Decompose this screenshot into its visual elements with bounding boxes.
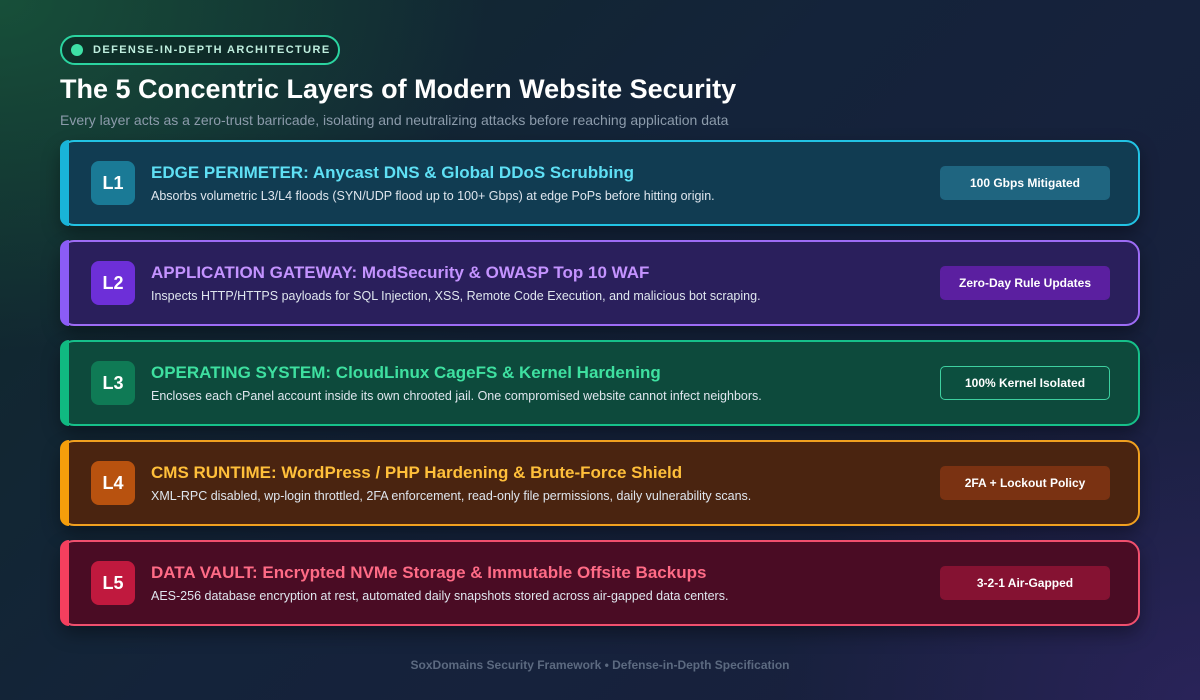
layer-card-l5: L5 DATA VAULT: Encrypted NVMe Storage & … [60, 540, 1140, 626]
section-badge-label: DEFENSE-IN-DEPTH ARCHITECTURE [93, 44, 331, 56]
security-layers-list: L1 EDGE PERIMETER: Anycast DNS & Global … [60, 140, 1140, 640]
layer-heading: DATA VAULT: Encrypted NVMe Storage & Imm… [151, 563, 707, 582]
layer-description: Absorbs volumetric L3/L4 floods (SYN/UDP… [151, 189, 715, 203]
layer-tag: L5 [91, 561, 135, 605]
layer-status-badge: 3-2-1 Air-Gapped [940, 566, 1110, 600]
page-title: The 5 Concentric Layers of Modern Websit… [60, 74, 737, 104]
layer-accent-bar [60, 340, 69, 426]
layer-accent-bar [60, 540, 69, 626]
layer-heading: EDGE PERIMETER: Anycast DNS & Global DDo… [151, 163, 634, 182]
layer-tag: L3 [91, 361, 135, 405]
section-badge: DEFENSE-IN-DEPTH ARCHITECTURE [60, 35, 340, 65]
layer-card-l1: L1 EDGE PERIMETER: Anycast DNS & Global … [60, 140, 1140, 226]
layer-description: AES-256 database encryption at rest, aut… [151, 589, 729, 603]
layer-accent-bar [60, 140, 69, 226]
layer-tag: L2 [91, 261, 135, 305]
status-dot-icon [71, 44, 83, 56]
footer-text: SoxDomains Security Framework • Defense-… [410, 658, 790, 672]
layer-status-badge: 2FA + Lockout Policy [940, 466, 1110, 500]
layer-description: Encloses each cPanel account inside its … [151, 389, 762, 403]
page-subtitle: Every layer acts as a zero-trust barrica… [60, 112, 729, 128]
layer-tag: L4 [91, 461, 135, 505]
layer-card-l3: L3 OPERATING SYSTEM: CloudLinux CageFS &… [60, 340, 1140, 426]
layer-accent-bar [60, 440, 69, 526]
layer-card-l2: L2 APPLICATION GATEWAY: ModSecurity & OW… [60, 240, 1140, 326]
layer-status-badge: Zero-Day Rule Updates [940, 266, 1110, 300]
layer-card-l4: L4 CMS RUNTIME: WordPress / PHP Hardenin… [60, 440, 1140, 526]
layer-heading: CMS RUNTIME: WordPress / PHP Hardening &… [151, 463, 683, 482]
layer-description: Inspects HTTP/HTTPS payloads for SQL Inj… [151, 289, 761, 303]
layer-tag: L1 [91, 161, 135, 205]
layer-description: XML-RPC disabled, wp-login throttled, 2F… [151, 489, 752, 503]
layer-accent-bar [60, 240, 69, 326]
layer-heading: APPLICATION GATEWAY: ModSecurity & OWASP… [151, 263, 650, 282]
layer-heading: OPERATING SYSTEM: CloudLinux CageFS & Ke… [151, 363, 661, 382]
layer-status-badge: 100 Gbps Mitigated [940, 166, 1110, 200]
layer-status-badge: 100% Kernel Isolated [940, 366, 1110, 400]
